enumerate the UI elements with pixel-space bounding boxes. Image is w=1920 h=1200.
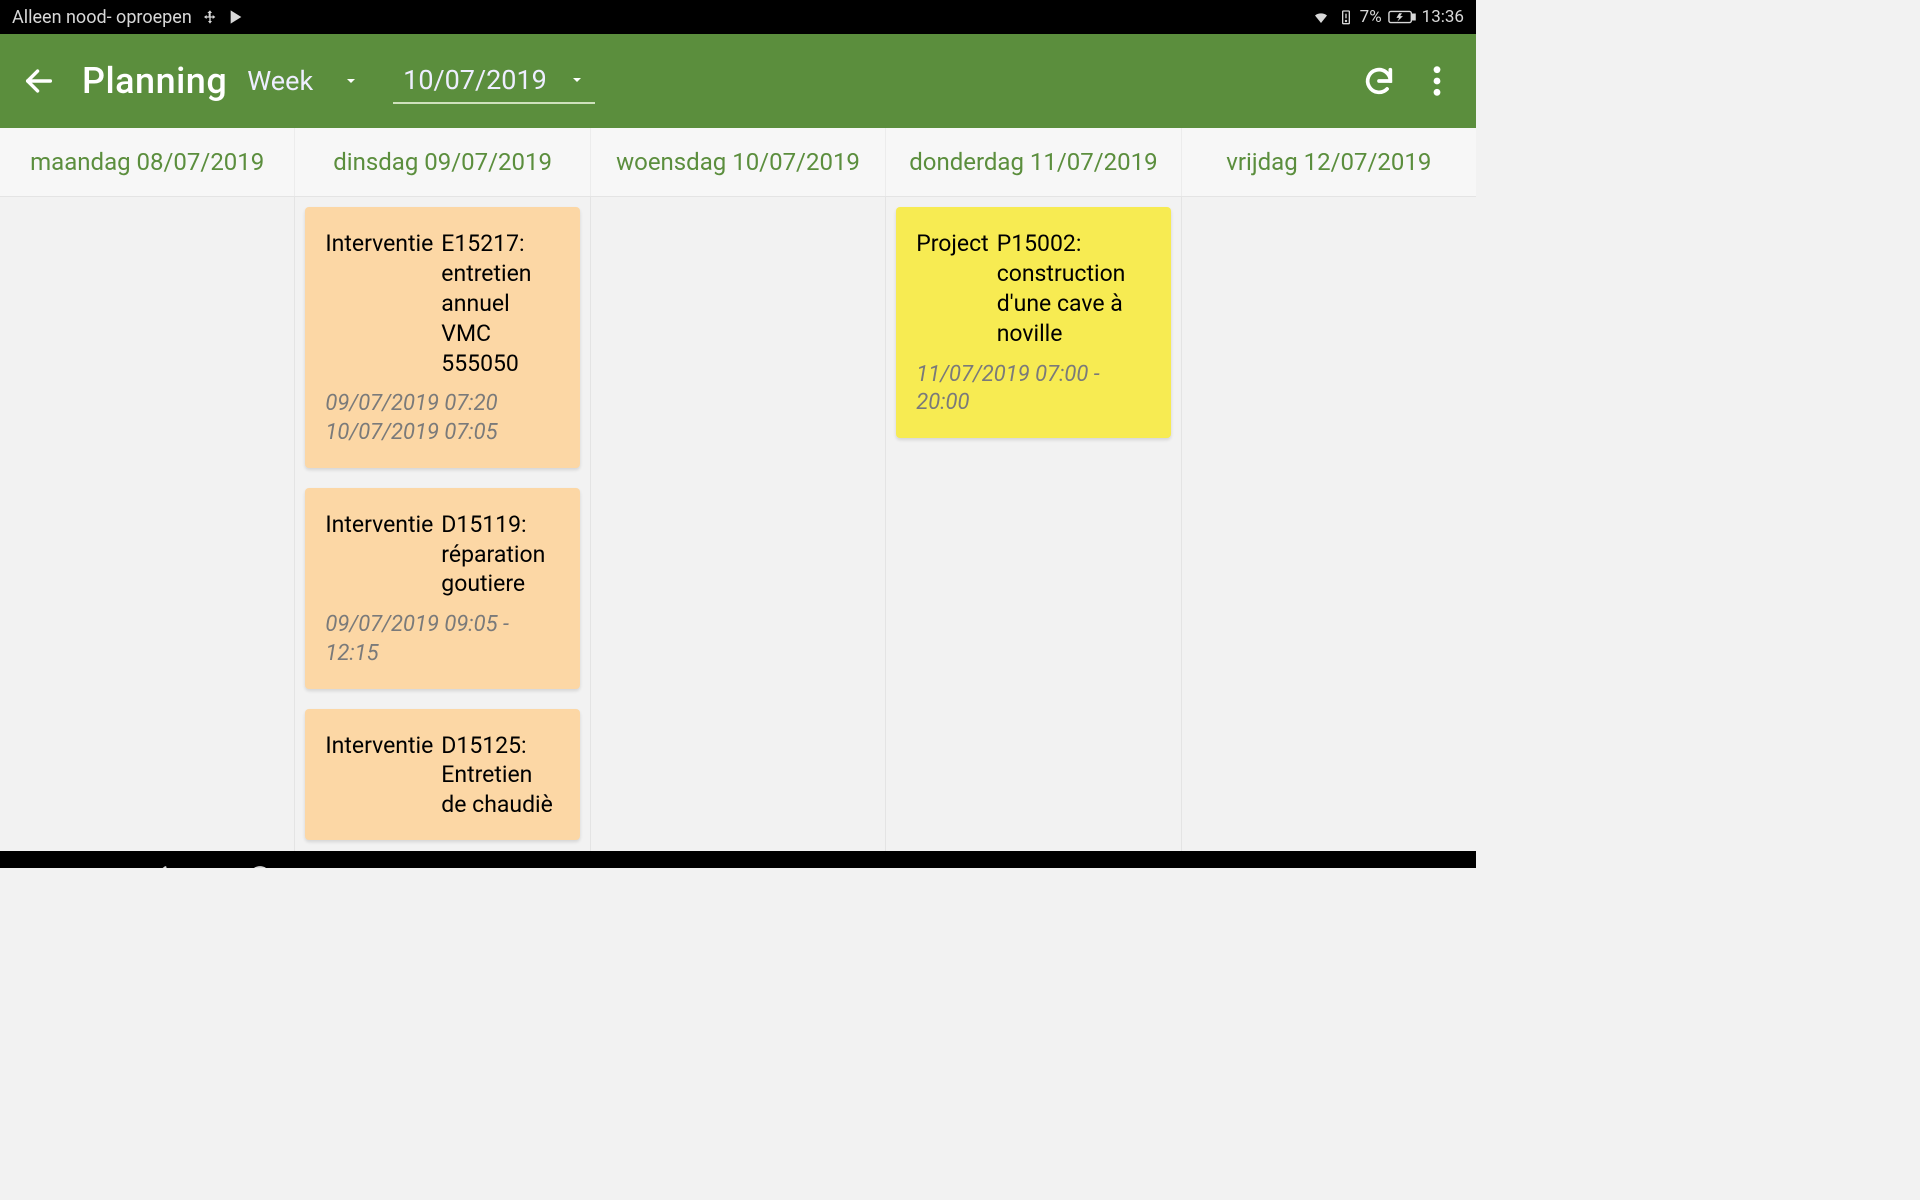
nav-recents-button[interactable] bbox=[340, 857, 380, 868]
planning-card[interactable]: Project P15002: construction d'une cave … bbox=[896, 207, 1170, 438]
wifi-icon bbox=[1310, 8, 1332, 26]
card-type: Interventie bbox=[325, 510, 433, 600]
chevron-down-icon bbox=[343, 75, 359, 87]
android-nav-bar bbox=[0, 851, 1476, 868]
play-store-icon bbox=[228, 8, 244, 26]
app-title: Planning bbox=[82, 60, 227, 102]
nav-back-button[interactable] bbox=[140, 857, 180, 868]
day-header-row: maandag 08/07/2019 dinsdag 09/07/2019 wo… bbox=[0, 128, 1476, 197]
status-left: Alleen nood- oproepen bbox=[12, 7, 244, 28]
day-column-1: Interventie E15217: entretien annuel VMC… bbox=[295, 197, 590, 851]
card-desc: D15119: réparation goutiere bbox=[441, 510, 560, 600]
card-desc: D15125: Entretien de chaudiè bbox=[441, 731, 560, 821]
view-mode-selector[interactable]: Week bbox=[237, 59, 369, 103]
card-time: 11/07/2019 07:00 - 20:00 bbox=[916, 361, 1150, 418]
day-column-0 bbox=[0, 197, 295, 851]
card-desc: P15002: construction d'une cave à novill… bbox=[997, 229, 1151, 349]
battery-warning-icon bbox=[1338, 7, 1354, 27]
view-mode-label: Week bbox=[247, 65, 313, 97]
refresh-button[interactable] bbox=[1354, 56, 1404, 106]
status-battery-pct: 7% bbox=[1360, 7, 1382, 27]
day-header[interactable]: woensdag 10/07/2019 bbox=[591, 128, 886, 196]
date-selector[interactable]: 10/07/2019 bbox=[393, 58, 595, 104]
planning-card[interactable]: Interventie D15125: Entretien de chaudiè bbox=[305, 709, 579, 841]
nav-home-button[interactable] bbox=[240, 857, 280, 868]
date-label: 10/07/2019 bbox=[403, 64, 547, 96]
status-text: Alleen nood- oproepen bbox=[12, 7, 192, 28]
app-bar: Planning Week 10/07/2019 bbox=[0, 34, 1476, 128]
day-header[interactable]: donderdag 11/07/2019 bbox=[886, 128, 1181, 196]
battery-charging-icon bbox=[1388, 9, 1416, 25]
card-time: 09/07/2019 09:05 - 12:15 bbox=[325, 611, 559, 668]
day-header[interactable]: maandag 08/07/2019 bbox=[0, 128, 295, 196]
device-frame: Alleen nood- oproepen 7% 13:36 bbox=[0, 0, 1476, 868]
back-button[interactable] bbox=[14, 56, 64, 106]
chevron-down-icon bbox=[569, 74, 585, 86]
status-time: 13:36 bbox=[1422, 7, 1464, 27]
card-type: Project bbox=[916, 229, 988, 349]
android-status-bar: Alleen nood- oproepen 7% 13:36 bbox=[0, 0, 1476, 34]
day-header[interactable]: dinsdag 09/07/2019 bbox=[295, 128, 590, 196]
status-right: 7% 13:36 bbox=[1310, 7, 1464, 27]
day-column-4 bbox=[1182, 197, 1476, 851]
usb-icon bbox=[202, 7, 218, 27]
card-type: Interventie bbox=[325, 731, 433, 821]
card-desc: E15217: entretien annuel VMC 555050 bbox=[441, 229, 560, 378]
card-type: Interventie bbox=[325, 229, 433, 378]
day-header[interactable]: vrijdag 12/07/2019 bbox=[1182, 128, 1476, 196]
day-column-2 bbox=[591, 197, 886, 851]
card-time: 09/07/2019 07:20 10/07/2019 07:05 bbox=[325, 390, 559, 447]
planning-card[interactable]: Interventie D15119: réparation goutiere … bbox=[305, 488, 579, 689]
planning-card[interactable]: Interventie E15217: entretien annuel VMC… bbox=[305, 207, 579, 468]
week-columns: Interventie E15217: entretien annuel VMC… bbox=[0, 197, 1476, 851]
overflow-menu-button[interactable] bbox=[1412, 56, 1462, 106]
day-column-3: Project P15002: construction d'une cave … bbox=[886, 197, 1181, 851]
